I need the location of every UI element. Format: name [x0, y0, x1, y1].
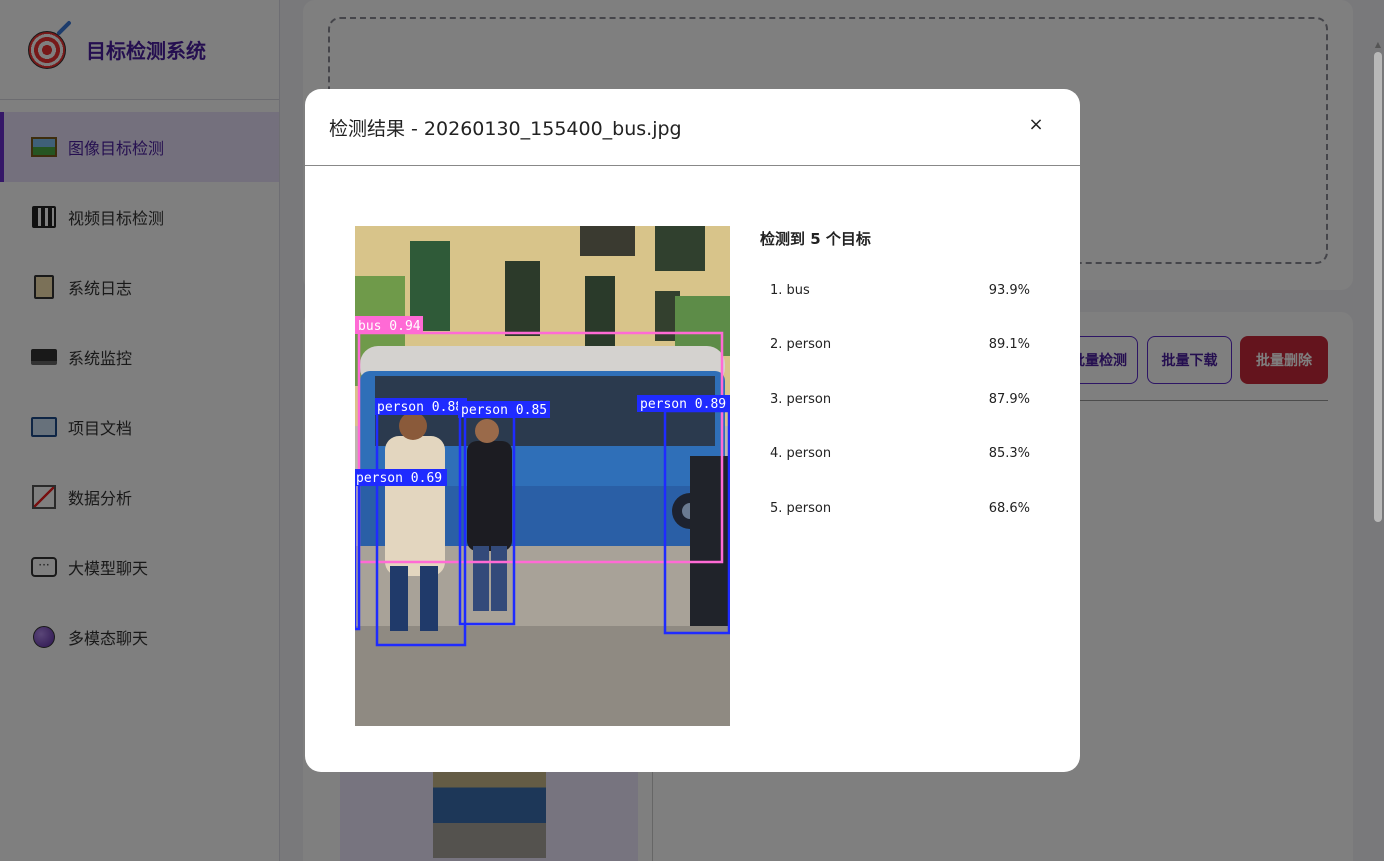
person-detection-label: person 0.89	[640, 397, 726, 412]
detection-result-image: bus 0.94 person 0.88 person 0.85 person …	[355, 226, 730, 726]
detection-result-modal: 检测结果 - 20260130_155400_bus.jpg × bus 0.9…	[305, 89, 1080, 772]
detection-summary: 检测到 5 个目标	[760, 230, 871, 248]
result-label: 3. person	[770, 391, 832, 407]
detection-result-list: 1. bus 93.9% 2. person 89.1% 3. person 8…	[760, 263, 1050, 536]
list-item: 3. person 87.9%	[760, 372, 1050, 427]
list-item: 2. person 89.1%	[760, 318, 1050, 373]
page-scrollbar[interactable]	[1374, 52, 1382, 522]
modal-title: 检测结果 - 20260130_155400_bus.jpg	[329, 117, 682, 140]
result-label: 5. person	[770, 500, 832, 516]
result-confidence: 85.3%	[988, 446, 1030, 462]
list-item: 4. person 85.3%	[760, 427, 1050, 482]
result-label: 2. person	[770, 337, 832, 353]
result-confidence: 89.1%	[988, 337, 1030, 353]
bus-detection-label: bus 0.94	[358, 319, 421, 334]
result-confidence: 68.6%	[988, 500, 1030, 516]
person-detection-label: person 0.69	[356, 471, 442, 486]
result-confidence: 93.9%	[988, 282, 1030, 298]
modal-header: 检测结果 - 20260130_155400_bus.jpg ×	[305, 89, 1080, 166]
person-detection-label: person 0.88	[377, 400, 463, 415]
person-detection-label: person 0.85	[461, 403, 547, 418]
result-confidence: 87.9%	[988, 391, 1030, 407]
list-item: 1. bus 93.9%	[760, 263, 1050, 318]
list-item: 5. person 68.6%	[760, 481, 1050, 536]
result-label: 1. bus	[770, 282, 810, 298]
scroll-up-icon[interactable]: ▲	[1374, 40, 1382, 49]
result-label: 4. person	[770, 446, 832, 462]
close-icon[interactable]: ×	[1026, 115, 1046, 135]
annotated-photo: bus 0.94 person 0.88 person 0.85 person …	[355, 226, 730, 726]
detection-result-panel: 检测到 5 个目标 1. bus 93.9% 2. person 89.1% 3…	[760, 226, 1050, 536]
